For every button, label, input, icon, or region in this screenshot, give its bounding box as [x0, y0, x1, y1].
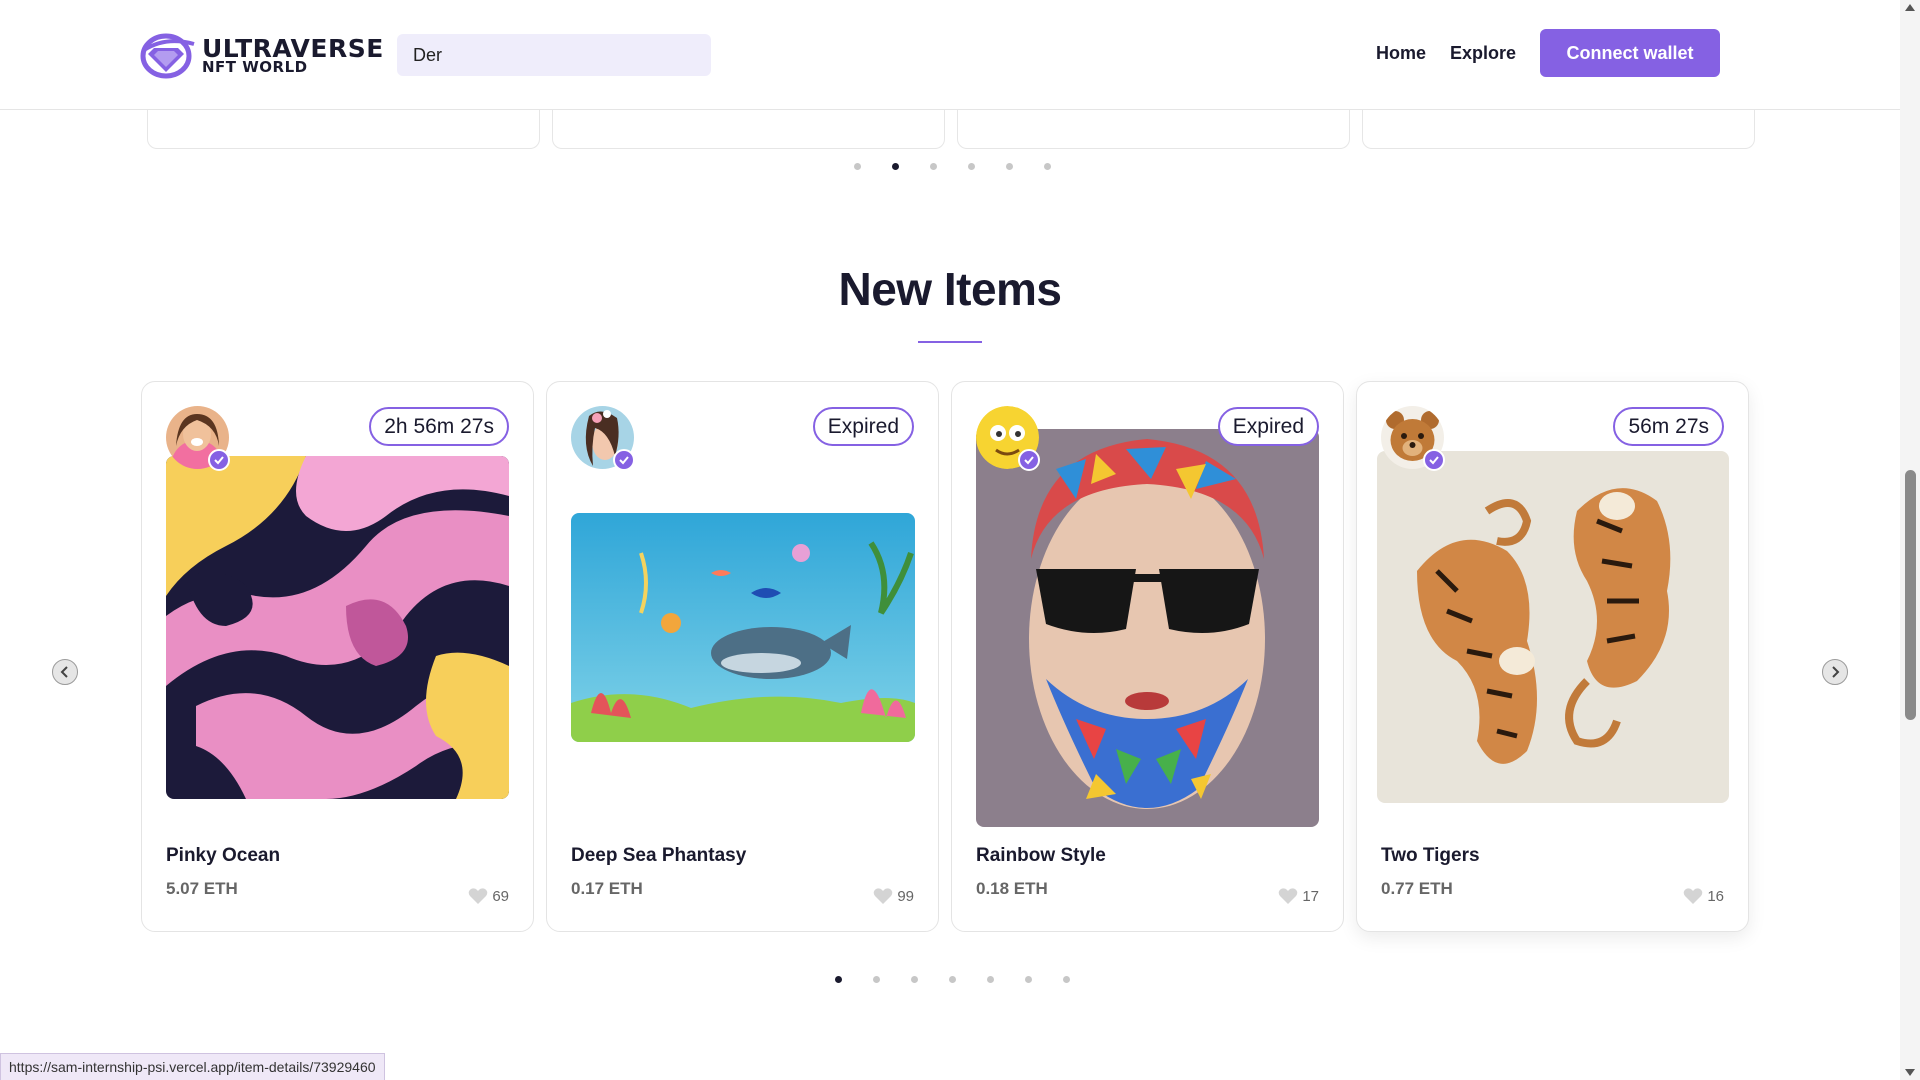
heart-icon — [1684, 888, 1703, 904]
verified-badge-icon — [208, 449, 230, 471]
top-carousel-dots — [854, 163, 1082, 170]
likes-count[interactable]: 16 — [1683, 887, 1724, 905]
hot-collection-card[interactable] — [957, 110, 1350, 149]
carousel-dot-active[interactable] — [835, 976, 842, 983]
carousel-dot[interactable] — [987, 976, 994, 983]
scrollbar-thumb[interactable] — [1905, 470, 1916, 720]
carousel-dot[interactable] — [1044, 163, 1051, 170]
nft-image[interactable] — [1377, 451, 1729, 803]
verified-badge-icon — [613, 449, 635, 471]
nft-price: 5.07 ETH — [166, 879, 238, 898]
chevron-right-icon — [1832, 666, 1840, 678]
nav-explore-link[interactable]: Explore — [1450, 43, 1516, 64]
nft-price: 0.17 ETH — [571, 879, 643, 898]
carousel-dot[interactable] — [1025, 976, 1032, 983]
carousel-dot[interactable] — [1006, 163, 1013, 170]
new-items-carousel-dots — [835, 976, 1101, 983]
site-header: ULTRAVERSE NFT WORLD Home Explore Connec… — [0, 0, 1900, 110]
nft-price: 0.18 ETH — [976, 879, 1048, 898]
carousel-dot[interactable] — [1063, 976, 1070, 983]
likes-value: 99 — [897, 887, 914, 905]
likes-count[interactable]: 99 — [873, 887, 914, 905]
heart-icon — [469, 888, 488, 904]
nft-card[interactable]: Expired Deep Sea Phantasy 0.17 ETH 99 — [546, 381, 939, 932]
nft-card[interactable]: 56m 27s Two Tigers 0.77 ETH 16 — [1356, 381, 1749, 932]
logo[interactable]: ULTRAVERSE NFT WORLD — [140, 30, 384, 80]
title-underline — [918, 341, 982, 343]
section-title: New Items — [838, 263, 1062, 315]
nft-card[interactable]: Expired Rainbow Style 0.18 ETH 17 — [951, 381, 1344, 932]
hot-collection-card[interactable] — [1362, 110, 1755, 149]
carousel-dot[interactable] — [949, 976, 956, 983]
nav-home-link[interactable]: Home — [1376, 43, 1426, 64]
heart-icon — [1279, 888, 1298, 904]
carousel-dot[interactable] — [873, 976, 880, 983]
nft-title[interactable]: Two Tigers — [1381, 845, 1480, 867]
carousel-dot[interactable] — [854, 163, 861, 170]
nft-title[interactable]: Deep Sea Phantasy — [571, 845, 746, 867]
heart-icon — [874, 888, 893, 904]
likes-count[interactable]: 69 — [468, 887, 509, 905]
likes-count[interactable]: 17 — [1278, 887, 1319, 905]
scroll-up-arrow-icon[interactable] — [1905, 4, 1915, 11]
diamond-logo-icon — [140, 33, 195, 79]
carousel-prev-button[interactable] — [52, 659, 78, 685]
nft-image[interactable] — [976, 429, 1319, 827]
likes-value: 69 — [492, 887, 509, 905]
nft-image[interactable] — [166, 456, 509, 799]
countdown-badge: 2h 56m 27s — [369, 407, 509, 446]
nft-price: 0.77 ETH — [1381, 879, 1453, 898]
chevron-left-icon — [60, 666, 68, 678]
nft-image[interactable] — [571, 513, 915, 742]
search-input[interactable] — [397, 34, 711, 76]
verified-badge-icon — [1423, 449, 1445, 471]
verified-badge-icon — [1018, 449, 1040, 471]
carousel-dot[interactable] — [968, 163, 975, 170]
carousel-dot[interactable] — [911, 976, 918, 983]
hot-collection-card[interactable] — [552, 110, 945, 149]
carousel-next-button[interactable] — [1822, 659, 1848, 685]
main-nav: Home Explore Connect wallet — [1376, 29, 1720, 77]
countdown-badge: Expired — [1217, 407, 1319, 446]
countdown-badge: Expired — [812, 407, 914, 446]
logo-text: ULTRAVERSE NFT WORLD — [202, 36, 384, 75]
link-status-bar: https://sam-internship-psi.vercel.app/it… — [0, 1053, 385, 1080]
nft-title[interactable]: Rainbow Style — [976, 845, 1106, 867]
connect-wallet-button[interactable]: Connect wallet — [1540, 29, 1720, 77]
countdown-badge: 56m 27s — [1613, 407, 1724, 446]
likes-value: 16 — [1707, 887, 1724, 905]
page: ULTRAVERSE NFT WORLD Home Explore Connec… — [0, 0, 1920, 1080]
vertical-scrollbar[interactable] — [1900, 0, 1920, 1080]
likes-value: 17 — [1302, 887, 1319, 905]
nft-card[interactable]: 2h 56m 27s Pinky Ocean 5.07 ETH 69 — [141, 381, 534, 932]
hot-collection-card[interactable] — [147, 110, 540, 149]
scroll-down-arrow-icon[interactable] — [1905, 1069, 1915, 1076]
carousel-dot[interactable] — [930, 163, 937, 170]
logo-title: ULTRAVERSE — [202, 33, 384, 63]
nft-title[interactable]: Pinky Ocean — [166, 845, 280, 867]
carousel-dot-active[interactable] — [892, 163, 899, 170]
